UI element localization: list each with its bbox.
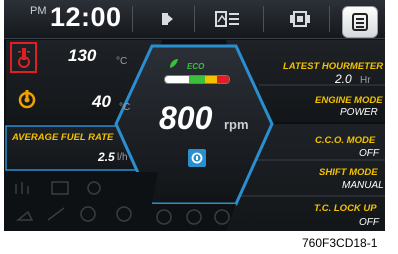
fuel-filter-icon (214, 209, 230, 225)
rpm-value: 800 (159, 100, 213, 136)
tc-lock-up-value[interactable]: OFF (359, 217, 379, 228)
steering-warning-icon (116, 206, 132, 222)
oil-temperature-value: 40 (92, 92, 111, 111)
shift-mode-label: SHIFT MODE (319, 167, 378, 178)
filter-icon (186, 209, 202, 225)
coolant-temperature-value: 130 (68, 46, 97, 65)
coolant-temperature-icon (17, 47, 30, 68)
service-icon (156, 209, 172, 225)
parking-brake-icon (47, 207, 65, 221)
average-fuel-rate-label: AVERAGE FUEL RATE (12, 132, 114, 143)
oil-temperature-unit: °C (119, 102, 131, 113)
engine-warning-icon (80, 206, 96, 222)
cco-mode-label: C.C.O. MODE (315, 135, 376, 146)
battery-warning-icon (15, 210, 34, 221)
bottom-indicator-area (154, 206, 234, 228)
rpm-unit: rpm (224, 117, 249, 132)
traction-control-icon (15, 182, 29, 194)
coolant-temperature-unit: °C (116, 56, 128, 67)
average-fuel-rate-value: 2.5 (98, 150, 115, 164)
tc-lock-up-label: T.C. LOCK UP (314, 203, 377, 214)
average-fuel-rate-unit: l/h (117, 152, 128, 163)
eco-gauge-bar (164, 75, 230, 84)
latest-hourmeter-value: 2.0 (335, 72, 352, 86)
cco-mode-value[interactable]: OFF (359, 148, 379, 159)
brake-warning-icon (87, 181, 101, 195)
coolant-temperature-highlight[interactable] (10, 42, 37, 73)
transmission-oil-temperature-icon (18, 88, 36, 110)
display-screen: PM 12:00 130 °C 40 °C AVERAGE FUEL RATE … (4, 0, 385, 231)
power-mode-icon (188, 149, 206, 167)
warning-indicator-area (14, 180, 154, 226)
engine-mode-label: ENGINE MODE (315, 95, 383, 106)
engine-mode-value[interactable]: POWER (340, 107, 378, 118)
eco-label: ECO (187, 62, 205, 71)
hydraulic-filter-icon (51, 181, 69, 195)
figure-caption: 760F3CD18-1 (302, 236, 378, 250)
latest-hourmeter-label: LATEST HOURMETER (283, 61, 384, 72)
shift-mode-value[interactable]: MANUAL (342, 180, 384, 191)
latest-hourmeter-unit: Hr (360, 75, 371, 86)
